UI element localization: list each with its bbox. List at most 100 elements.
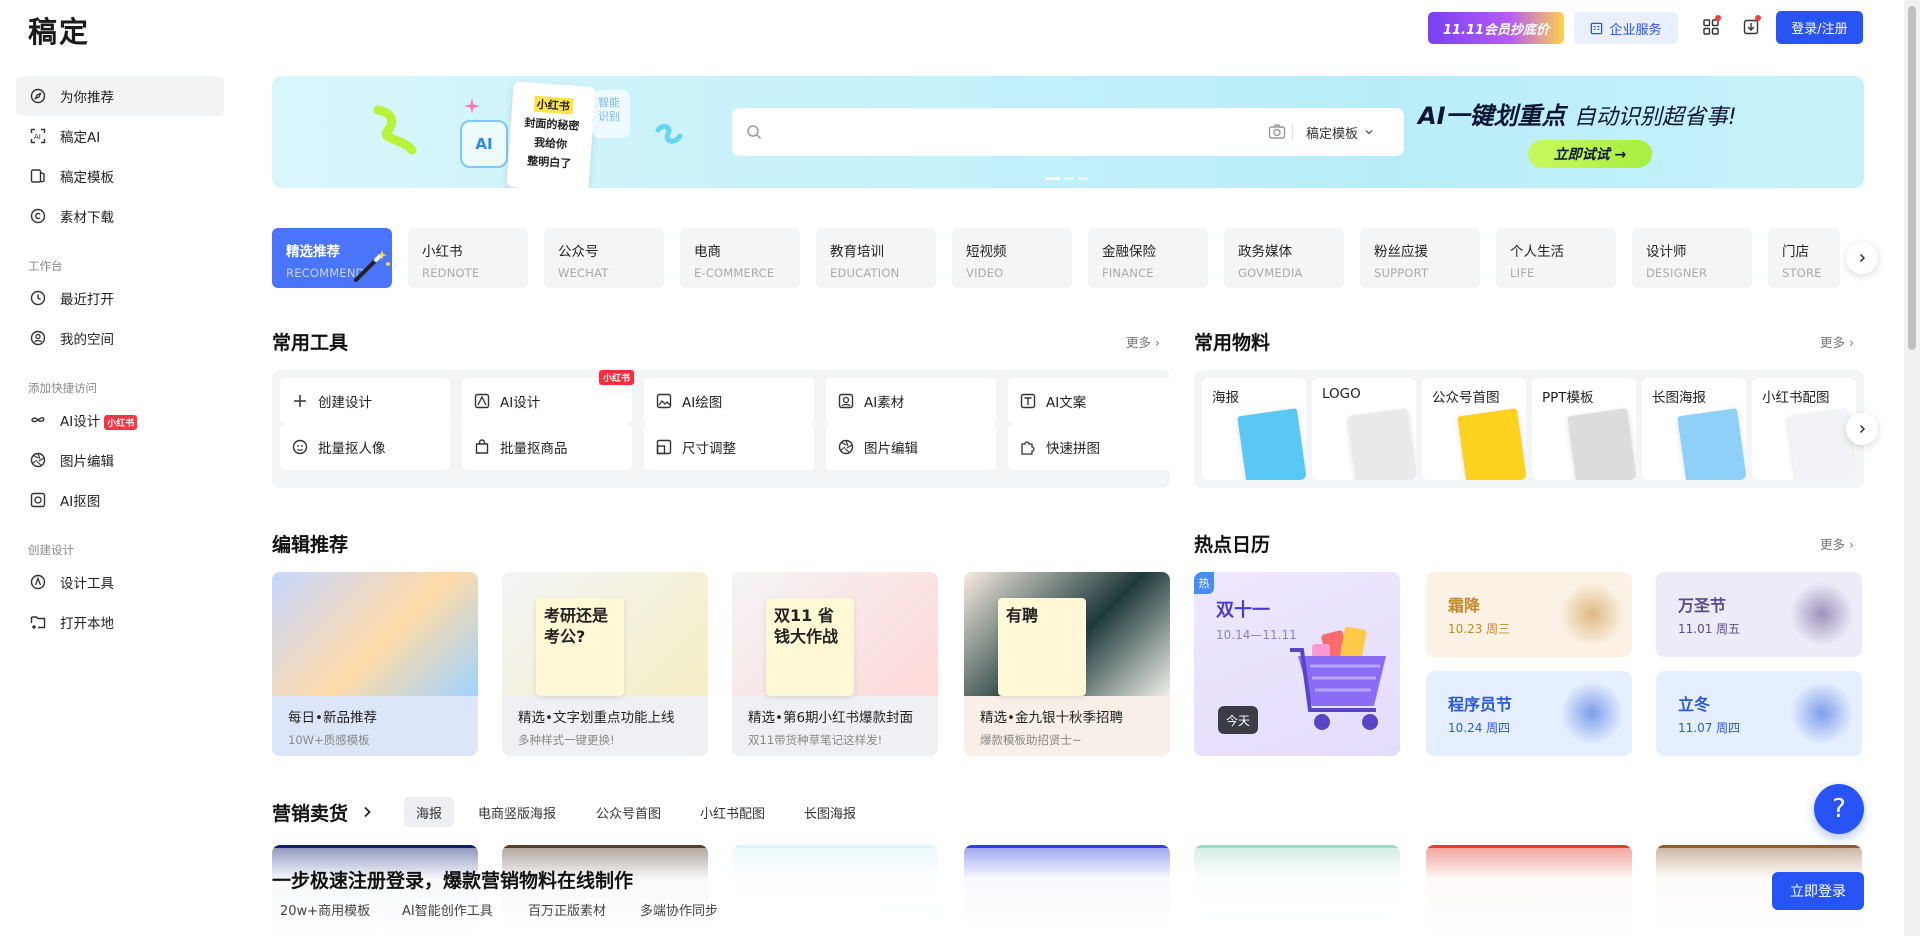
category-tab-govmedia[interactable]: 政务媒体 GOVMEDIA (1224, 228, 1344, 288)
calendar-card[interactable]: 程序员节 10.24 周四 (1426, 671, 1632, 756)
search-scope-dropdown[interactable]: 稿定模板 (1306, 108, 1374, 156)
category-english: EDUCATION (830, 266, 900, 280)
login-now-button[interactable]: 立即登录 (1772, 872, 1864, 910)
category-english: E-COMMERCE (694, 266, 775, 280)
calendar-card[interactable]: 霜降 10.23 周三 (1426, 572, 1632, 657)
calendar-card-double11[interactable]: 热 双十一 10.14—11.11 今天 (1194, 572, 1400, 756)
category-name: 金融保险 (1102, 244, 1156, 260)
category-tab-life[interactable]: 个人生活 LIFE (1496, 228, 1616, 288)
marketing-tab[interactable]: 小红书配图 (688, 797, 777, 827)
sidebar-item-templates[interactable]: 稿定模板 (16, 156, 224, 196)
material-label: LOGO (1322, 386, 1361, 402)
category-tab-rednote[interactable]: 小红书 REDNOTE (408, 228, 528, 288)
material-card[interactable]: 海报 (1202, 378, 1306, 480)
sidebar-item-open-local[interactable]: 打开本地 (16, 602, 224, 642)
material-card[interactable]: LOGO (1312, 378, 1416, 480)
materials-more-link[interactable]: 更多 › (1820, 332, 1854, 351)
category-tab-designer[interactable]: 设计师 DESIGNER (1632, 228, 1752, 288)
marketing-tab[interactable]: 公众号首图 (584, 797, 673, 827)
carousel-dot[interactable] (1064, 177, 1074, 180)
tool-ai-design[interactable]: AI设计 小红书 (462, 370, 634, 424)
editor-card[interactable]: 每日•新品推荐 10W+质感模板 (272, 572, 478, 756)
ai-material-icon (838, 393, 854, 409)
tools-more-link[interactable]: 更多 › (1126, 332, 1160, 351)
editor-card[interactable]: 双11 省钱大作战 精选•第6期小红书爆款封面 双11带货种草笔记这样发! (732, 572, 938, 756)
chevron-down-icon (1365, 130, 1373, 135)
sidebar-item-design-tool[interactable]: 设计工具 (16, 562, 224, 602)
search-input[interactable] (772, 118, 1272, 146)
login-register-button[interactable]: 登录/注册 (1776, 11, 1863, 44)
category-tab-education[interactable]: 教育培训 EDUCATION (816, 228, 936, 288)
sidebar-item-image-edit[interactable]: 图片编辑 (16, 440, 224, 480)
tool-aperture[interactable]: 图片编辑 (826, 424, 996, 470)
tool-label: 尺寸调整 (682, 441, 736, 457)
category-tab-finance[interactable]: 金融保险 FINANCE (1088, 228, 1208, 288)
tool-puzzle[interactable]: 快速拼图 (1008, 424, 1178, 470)
calendar-card[interactable]: 万圣节 11.01 周五 (1656, 572, 1862, 657)
editor-card[interactable]: 考研还是考公? 精选•文字划重点功能上线 多种样式一键更换! (502, 572, 708, 756)
category-english: GOVMEDIA (1238, 266, 1303, 280)
tool-resize[interactable]: 尺寸调整 (644, 424, 814, 470)
chevron-right-icon[interactable] (362, 806, 372, 818)
tool-face[interactable]: 批量抠人像 (280, 424, 450, 470)
enterprise-service-button[interactable]: 企业服务 (1574, 12, 1678, 44)
promo-banner-button[interactable]: 11.11会员抄底价 (1428, 12, 1564, 44)
try-now-button[interactable]: 立即试试 → (1528, 140, 1652, 168)
tool-label: 批量抠商品 (500, 441, 568, 457)
template-icon (30, 169, 45, 183)
material-label: PPT模板 (1542, 390, 1594, 406)
download-icon[interactable] (1740, 15, 1762, 38)
help-button[interactable]: ? (1814, 784, 1864, 834)
category-tab-video[interactable]: 短视频 VIDEO (952, 228, 1072, 288)
category-tab-e-commerce[interactable]: 电商 E-COMMERCE (680, 228, 800, 288)
apps-grid-icon[interactable] (1700, 15, 1722, 38)
category-tab-wechat[interactable]: 公众号 WECHAT (544, 228, 664, 288)
carousel-dot[interactable] (1078, 177, 1088, 180)
chevron-right-icon (1859, 253, 1866, 263)
calendar-more-link[interactable]: 更多 › (1820, 534, 1854, 553)
sidebar-item-label: 稿定AI (60, 130, 101, 146)
tool-bag[interactable]: 批量抠商品 (462, 424, 632, 470)
category-english: VIDEO (966, 266, 1004, 280)
sidebar-item-gaoding-ai[interactable]: AI 稿定AI (16, 116, 224, 156)
tool-ai-material[interactable]: AI素材 (826, 378, 996, 424)
aperture-icon (838, 439, 854, 455)
calendar-card[interactable]: 立冬 11.07 周四 (1656, 671, 1862, 756)
material-card[interactable]: 小红书配图 (1752, 378, 1856, 480)
editor-card-title: 精选•文字划重点功能上线 (518, 710, 675, 726)
tool-plus[interactable]: 创建设计 (280, 378, 450, 424)
sidebar-item-materials[interactable]: 素材下载 (16, 196, 224, 236)
sidebar-item-ai-design[interactable]: AI设计 小红书 (16, 400, 224, 440)
category-tab-support[interactable]: 粉丝应援 SUPPORT (1360, 228, 1480, 288)
cutout-icon (30, 492, 46, 508)
scrollbar-thumb[interactable] (1908, 6, 1916, 350)
marketing-tab[interactable]: 海报 (404, 797, 455, 827)
ai-scan-badge-icon: AI (460, 120, 508, 168)
material-card[interactable]: 公众号首图 (1422, 378, 1526, 480)
material-card[interactable]: 长图海报 (1642, 378, 1746, 480)
sidebar-item-ai-cutout[interactable]: AI抠图 (16, 480, 224, 520)
editor-card[interactable]: 有聘 精选•金九银十秋季招聘 爆款模板助招贤士~ (964, 572, 1170, 756)
marketing-tab[interactable]: 电商竖版海报 (466, 797, 568, 827)
category-next-button[interactable] (1846, 242, 1878, 274)
sidebar-item-recommend[interactable]: 为你推荐 (16, 76, 224, 116)
sidebar-item-my-space[interactable]: 我的空间 (16, 318, 224, 358)
tool-ai-draw[interactable]: AI绘图 (644, 378, 814, 424)
category-tab-recommend[interactable]: 精选推荐 RECOMMEND (272, 228, 392, 288)
plus-icon (294, 395, 306, 407)
marketing-tab[interactable]: 长图海报 (792, 797, 868, 827)
carousel-dot[interactable] (1046, 177, 1060, 180)
banner-slogan: AI一键划重点 自动识别超省事! (1418, 96, 1737, 131)
editor-card-subtitle: 双11带货种草笔记这样发! (748, 733, 883, 747)
material-thumbnail (1237, 408, 1306, 480)
section-create-title: 创建设计 (28, 543, 74, 557)
sidebar-item-recent[interactable]: 最近打开 (16, 278, 224, 318)
site-logo[interactable]: 稿定 (28, 9, 90, 51)
camera-icon[interactable] (1268, 123, 1286, 141)
category-name: 短视频 (966, 244, 1007, 260)
materials-next-button[interactable] (1846, 413, 1878, 445)
category-tab-store[interactable]: 门店 STORE (1768, 228, 1840, 288)
material-card[interactable]: PPT模板 (1532, 378, 1636, 480)
tool-ai-text[interactable]: AI文案 (1008, 378, 1178, 424)
calendar-event-name: 霜降 (1448, 596, 1481, 615)
